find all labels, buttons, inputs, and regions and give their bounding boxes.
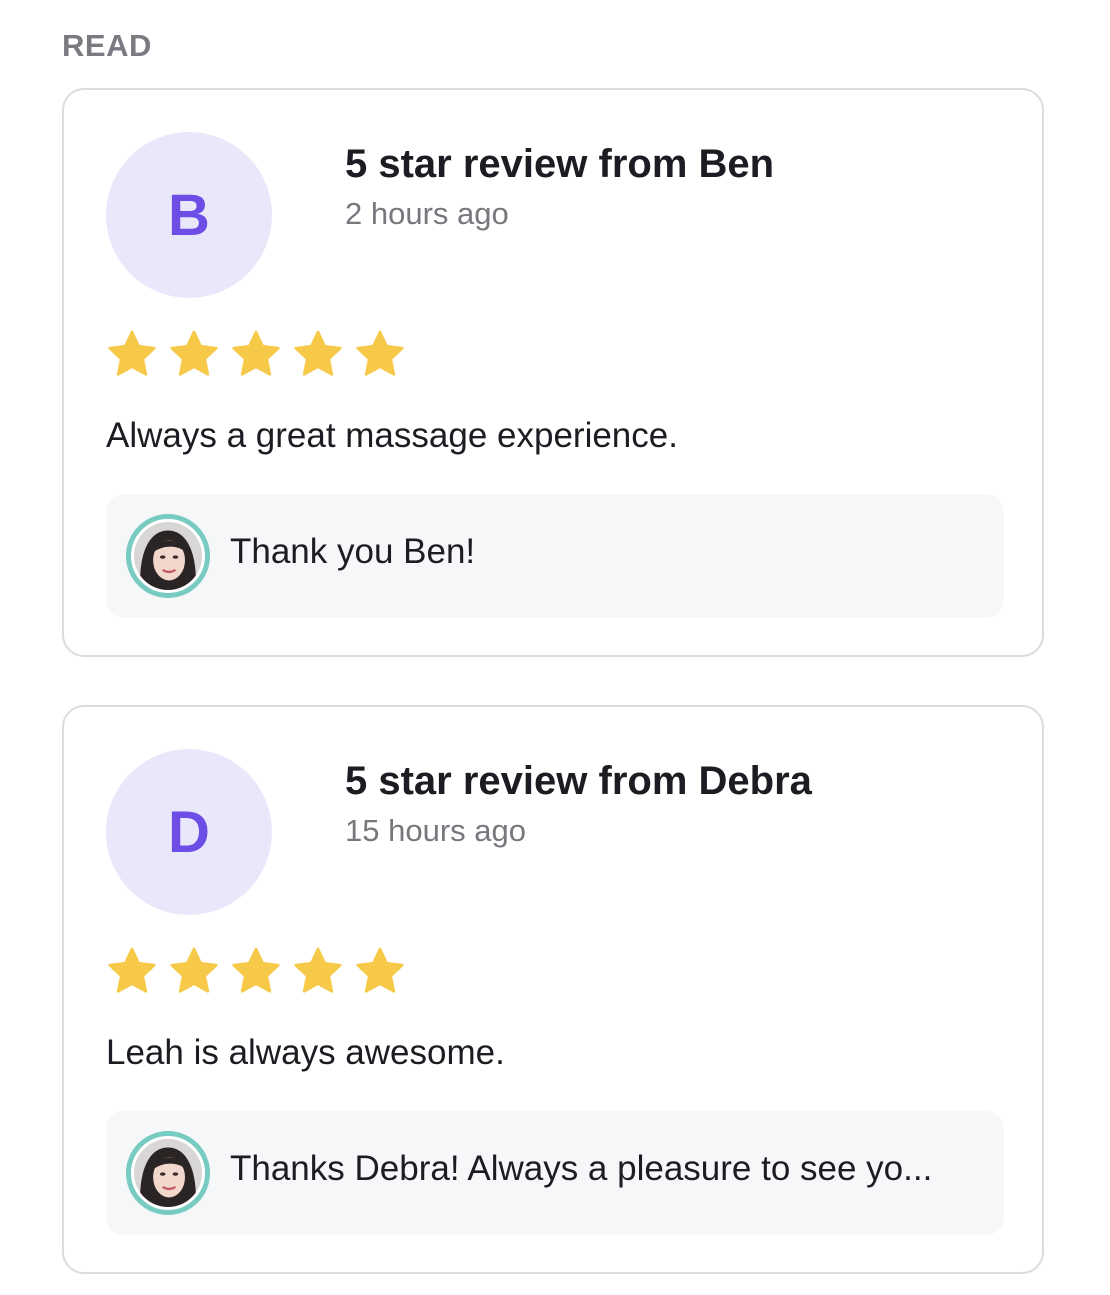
star-icon xyxy=(108,330,156,376)
star-icon xyxy=(294,330,342,376)
review-text: Leah is always awesome. xyxy=(106,1033,505,1072)
star-icon xyxy=(170,330,218,376)
reply-text: Thank you Ben! xyxy=(230,532,476,571)
review-card[interactable]: D 5 star review from Debra 15 hours ago … xyxy=(62,705,1044,1274)
review-card[interactable]: B 5 star review from Ben 2 hours ago Alw… xyxy=(62,88,1044,657)
owner-avatar-icon xyxy=(126,514,210,598)
review-title: 5 star review from Debra xyxy=(345,759,812,803)
star-rating xyxy=(106,328,406,382)
star-icon xyxy=(232,947,280,993)
star-icon xyxy=(232,330,280,376)
star-icon xyxy=(170,947,218,993)
star-rating xyxy=(106,945,406,999)
owner-photo xyxy=(134,522,202,590)
owner-reply[interactable]: Thanks Debra! Always a pleasure to see y… xyxy=(106,1111,1004,1235)
section-heading: READ xyxy=(62,28,152,63)
owner-reply[interactable]: Thank you Ben! xyxy=(106,494,1004,618)
review-title: 5 star review from Ben xyxy=(345,142,775,186)
owner-photo xyxy=(134,1139,202,1207)
star-icon xyxy=(108,947,156,993)
star-icon xyxy=(356,947,404,993)
reply-text: Thanks Debra! Always a pleasure to see y… xyxy=(230,1149,933,1188)
reviewer-avatar: B xyxy=(106,132,272,298)
review-text: Always a great massage experience. xyxy=(106,416,678,455)
review-timestamp: 2 hours ago xyxy=(345,196,509,231)
star-icon xyxy=(294,947,342,993)
review-timestamp: 15 hours ago xyxy=(345,813,526,848)
reviewer-avatar: D xyxy=(106,749,272,915)
star-icon xyxy=(356,330,404,376)
owner-avatar-icon xyxy=(126,1131,210,1215)
